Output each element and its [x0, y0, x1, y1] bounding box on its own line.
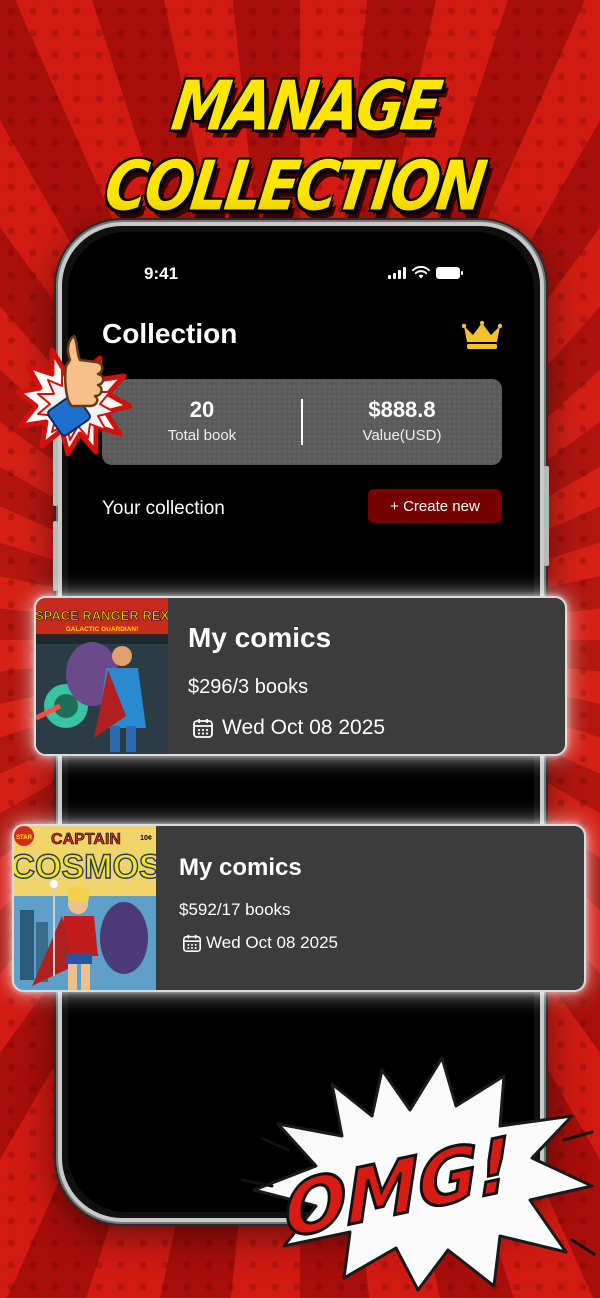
- collection-value-books: $592/17 books: [179, 900, 291, 919]
- status-time: 9:41: [144, 264, 179, 283]
- stat-value-usd: $888.8 Value(USD): [302, 397, 502, 444]
- section-label: Your collection: [102, 498, 225, 519]
- calendar-icon: [183, 934, 201, 952]
- phone-power-button: [544, 466, 549, 566]
- create-new-button[interactable]: + Create new: [368, 489, 502, 523]
- status-icons: [388, 266, 463, 279]
- status-bar: 9:41: [68, 264, 534, 288]
- battery-icon: [436, 266, 463, 279]
- stats-panel: 20 Total book $888.8 Value(USD): [102, 379, 502, 465]
- cover-subtitle: GALACTIC GUARDIAN!: [66, 626, 139, 633]
- stat-total-books: 20 Total book: [102, 397, 302, 444]
- comic-cover-art: SPACE RANGER REX GALACTIC GUARDIAN!: [36, 598, 168, 754]
- thumbs-up-sticker: [16, 334, 132, 456]
- collection-date-text: Wed Oct 08 2025: [222, 716, 386, 739]
- comic-cover-image: STAR CAPTAIN COSMOS 10¢: [14, 826, 156, 990]
- cover-title-main: COSMOS: [14, 848, 156, 886]
- cover-price-tag: 10¢: [140, 835, 152, 842]
- comic-cover-image: SPACE RANGER REX GALACTIC GUARDIAN!: [36, 598, 168, 754]
- collection-card[interactable]: SPACE RANGER REX GALACTIC GUARDIAN! My c…: [34, 596, 567, 756]
- collection-date: Wed Oct 08 2025: [182, 933, 338, 953]
- collection-card[interactable]: STAR CAPTAIN COSMOS 10¢ My comics $592/1…: [12, 824, 586, 992]
- collection-name: My comics: [188, 622, 332, 653]
- crown-icon[interactable]: [462, 320, 502, 350]
- calendar-icon: [193, 719, 213, 738]
- collection-date-text: Wed Oct 08 2025: [206, 933, 338, 952]
- promo-headline: MANAGE COLLECTION: [100, 65, 489, 227]
- signal-icon: [388, 266, 406, 279]
- comic-cover-art: STAR CAPTAIN COSMOS 10¢: [14, 826, 156, 990]
- collection-name: My comics: [179, 854, 302, 881]
- collection-value-books: $296/3 books: [188, 676, 309, 698]
- wifi-icon: [412, 266, 430, 279]
- cover-title: SPACE RANGER REX: [36, 608, 168, 623]
- cover-badge: STAR: [16, 835, 33, 841]
- cover-title-top: CAPTAIN: [51, 831, 121, 848]
- stat-total-books-label: Total book: [167, 427, 237, 444]
- phone-volume-down-button: [53, 521, 58, 591]
- collection-date: Wed Oct 08 2025: [192, 716, 385, 740]
- stat-value-usd-value: $888.8: [368, 397, 436, 422]
- stat-value-usd-label: Value(USD): [362, 427, 442, 444]
- stat-total-books-value: 20: [189, 397, 215, 422]
- omg-sticker: OMG!: [240, 1056, 596, 1292]
